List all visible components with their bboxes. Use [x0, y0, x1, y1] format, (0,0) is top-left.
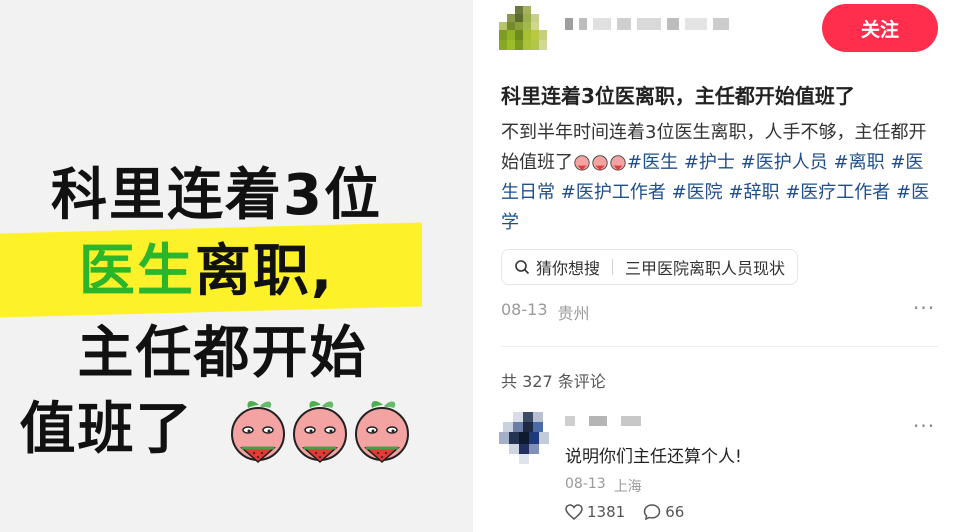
post-meta: 08-13 贵州 [501, 300, 590, 324]
comment-actions: 1381 66 [565, 503, 684, 521]
search-icon [515, 260, 530, 275]
post-body: 不到半年时间连着3位医生离职，人手不够，主任都开始值班了 #医生 #护士 #医护人… [501, 118, 941, 238]
comment-date: 08-13 [565, 476, 606, 492]
divider [501, 346, 938, 347]
peach-emoji-icon [231, 401, 285, 463]
post-location: 贵州 [557, 304, 590, 323]
commenter-name-redacted[interactable] [565, 416, 641, 426]
cover-line-2: 医生离职, [0, 240, 443, 304]
post-title: 科里连着3位医离职，主任都开始值班了 [501, 84, 855, 108]
comment-count: 共 327 条评论 [501, 372, 606, 391]
heart-icon [565, 504, 583, 520]
reply-button[interactable]: 66 [643, 503, 684, 521]
emoji-row [228, 396, 412, 466]
search-suggestion-chip[interactable]: 猜你想搜 三甲医院离职人员现状 [501, 249, 799, 285]
post-detail-panel: 关注 科里连着3位医离职，主任都开始值班了 不到半年时间连着3位医生离职，人手不… [473, 0, 960, 532]
hashtag[interactable]: #离职 [833, 152, 884, 173]
more-icon[interactable]: ··· [913, 414, 935, 438]
hashtag[interactable]: #医护工作者 [561, 182, 666, 203]
cover-line-3: 主任都开始 [77, 321, 368, 386]
like-count: 1381 [587, 503, 626, 521]
divider [612, 259, 614, 275]
cover-line-1: 科里连着3位 [51, 163, 382, 228]
author-name-redacted[interactable] [565, 18, 729, 30]
hashtag[interactable]: #医生 [627, 152, 678, 173]
peach-emoji-icon [293, 401, 347, 463]
comment-icon [643, 504, 661, 520]
reply-count: 66 [665, 503, 685, 521]
search-prefix: 猜你想搜 [536, 259, 601, 278]
commenter-avatar[interactable] [499, 412, 549, 464]
more-icon[interactable]: ··· [913, 296, 935, 320]
hashtag[interactable]: #辞职 [728, 182, 779, 203]
hashtag[interactable]: #医院 [672, 182, 723, 203]
hashtag[interactable]: #护士 [684, 152, 735, 173]
post-date: 08-13 [501, 300, 548, 319]
post-image[interactable]: 科里连着3位 医生离职, 主任都开始 值班了 [0, 0, 473, 532]
peach-emoji-icon [592, 155, 608, 171]
hashtag[interactable]: #医护人员 [741, 152, 828, 173]
hashtag[interactable]: #医疗工作者 [785, 182, 890, 203]
follow-button[interactable]: 关注 [822, 4, 938, 52]
comment-meta: 08-13 上海 [565, 476, 642, 496]
like-button[interactable]: 1381 [565, 503, 625, 521]
cover-line-2-rest: 离职, [194, 239, 335, 304]
cover-green-text: 医生 [78, 239, 195, 304]
peach-emoji-icon [610, 155, 626, 171]
comment-location: 上海 [613, 479, 642, 495]
search-suggestion: 三甲医院离职人员现状 [625, 259, 786, 278]
comment-text: 说明你们主任还算个人! [565, 447, 742, 467]
peach-emoji-icon [574, 155, 590, 171]
peach-emoji-icon [355, 401, 409, 463]
author-avatar[interactable] [499, 6, 547, 50]
